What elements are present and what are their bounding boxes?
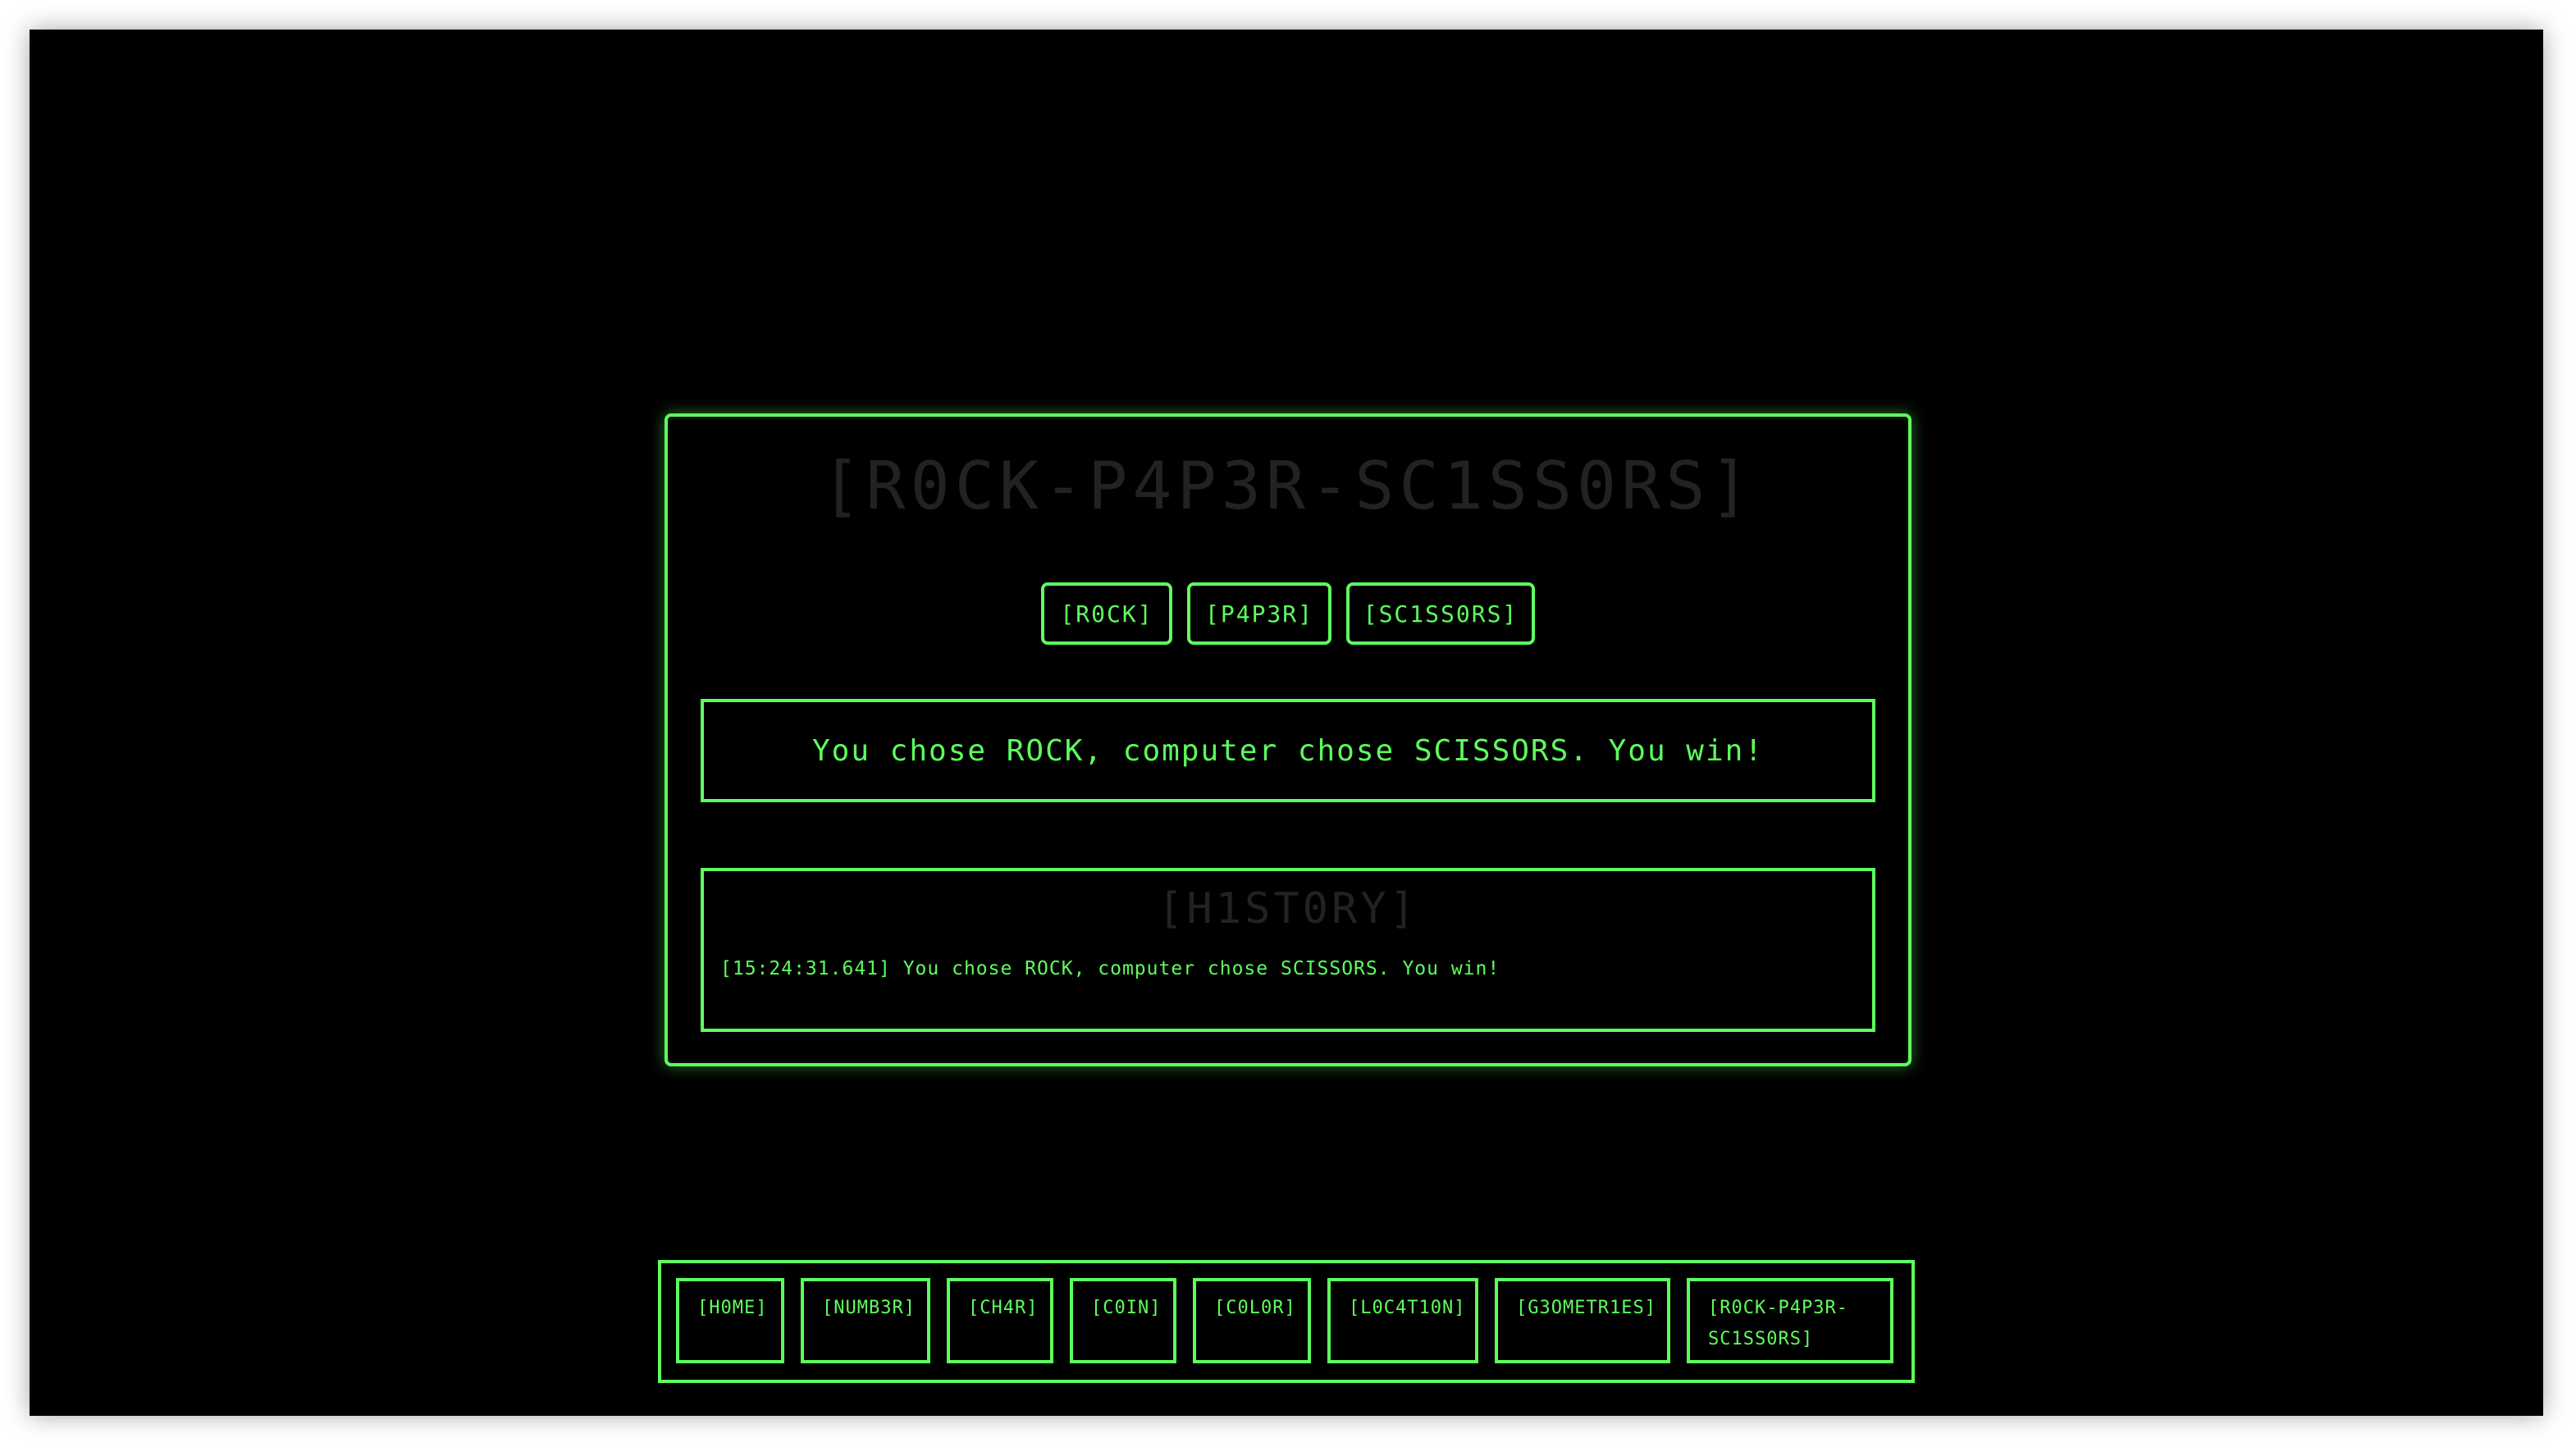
nav-item-coin[interactable]: [C0IN] — [1070, 1278, 1176, 1363]
nav-item-rock-paper-scissors[interactable]: [R0CK-P4P3R-SC1SS0RS] — [1687, 1278, 1893, 1363]
rock-button[interactable]: [R0CK] — [1041, 582, 1172, 645]
paper-button[interactable]: [P4P3R] — [1187, 582, 1331, 645]
scissors-button[interactable]: [SC1SS0RS] — [1346, 582, 1535, 645]
app-screen: [R0CK-P4P3R-SC1SS0RS] [R0CK] [P4P3R] [SC… — [30, 30, 2543, 1416]
nav-item-location[interactable]: [L0C4T10N] — [1327, 1278, 1478, 1363]
nav-item-color[interactable]: [C0L0R] — [1193, 1278, 1311, 1363]
history-title: [H1ST0RY] — [1158, 884, 1418, 933]
nav-item-home[interactable]: [H0ME] — [676, 1278, 784, 1363]
bottom-nav: [H0ME] [NUMB3R] [CH4R] [C0IN] [C0L0R] [L… — [658, 1260, 1915, 1383]
nav-item-number[interactable]: [NUMB3R] — [801, 1278, 930, 1363]
nav-item-geometries[interactable]: [G3OMETR1ES] — [1495, 1278, 1670, 1363]
page-title: [R0CK-P4P3R-SC1SS0RS] — [821, 448, 1755, 524]
history-entry: [15:24:31.641] You chose ROCK, computer … — [720, 958, 1500, 979]
history-list: [15:24:31.641] You chose ROCK, computer … — [720, 958, 1856, 979]
game-panel: [R0CK-P4P3R-SC1SS0RS] [R0CK] [P4P3R] [SC… — [665, 413, 1911, 1066]
nav-item-char[interactable]: [CH4R] — [947, 1278, 1053, 1363]
choice-button-row: [R0CK] [P4P3R] [SC1SS0RS] — [668, 582, 1908, 645]
result-text: You chose ROCK, computer chose SCISSORS.… — [811, 733, 1765, 768]
result-display: You chose ROCK, computer chose SCISSORS.… — [701, 699, 1875, 802]
history-panel: [H1ST0RY] [15:24:31.641] You chose ROCK,… — [701, 868, 1875, 1032]
